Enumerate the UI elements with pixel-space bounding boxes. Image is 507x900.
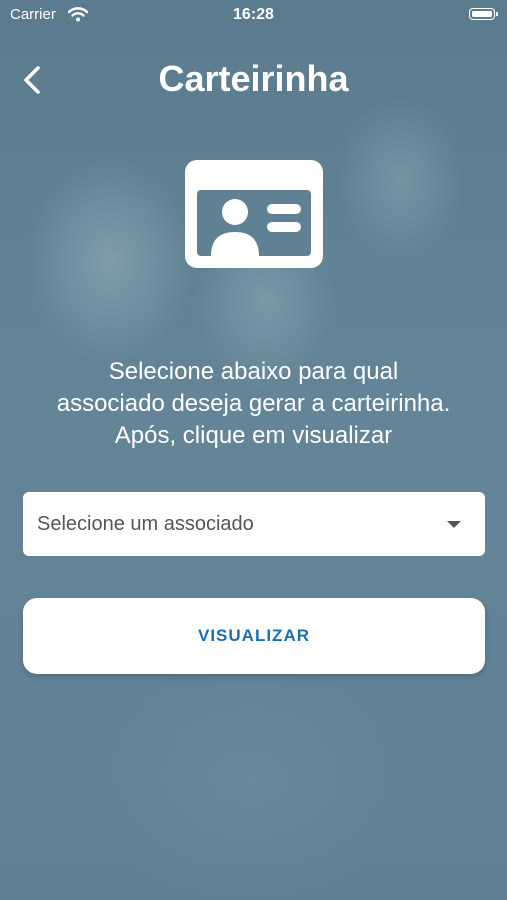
page-title: Carteirinha <box>158 58 349 99</box>
battery-icon <box>469 8 498 20</box>
status-time: 16:28 <box>233 6 274 23</box>
status-bar: Carrier 16:28 <box>0 0 507 34</box>
instructions-line: Selecione abaixo para qual <box>108 358 399 385</box>
member-select[interactable]: Selecione um associado <box>23 492 485 556</box>
instructions-line: associado deseja gerar a carteirinha. <box>56 390 451 417</box>
id-card-icon <box>185 160 323 268</box>
view-button[interactable]: VISUALIZAR <box>23 598 485 674</box>
view-button-label: VISUALIZAR <box>198 626 310 645</box>
instructions-text: Selecione abaixo para qual associado des… <box>10 356 497 452</box>
member-select-placeholder: Selecione um associado <box>37 513 254 535</box>
caret-down-icon <box>447 521 461 528</box>
instructions-line: Após, clique em visualizar <box>114 422 393 449</box>
